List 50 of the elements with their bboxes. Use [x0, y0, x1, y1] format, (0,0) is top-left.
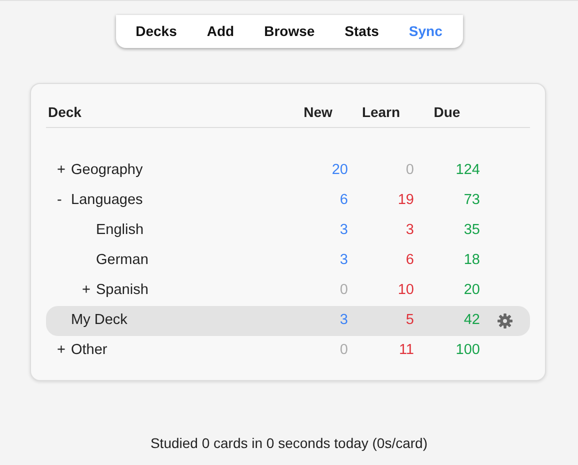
learn-count: 19	[398, 192, 414, 208]
expand-toggle[interactable]: -	[57, 190, 71, 212]
deck-row[interactable]: + Spanish 0 10 20	[46, 276, 530, 306]
settings-icon[interactable]	[497, 313, 513, 329]
new-count: 3	[340, 252, 348, 268]
deck-name[interactable]: Geography	[71, 162, 143, 178]
expand-toggle[interactable]: +	[57, 340, 71, 362]
deck-name[interactable]: Other	[71, 342, 108, 358]
deck-name[interactable]: Languages	[71, 192, 143, 208]
deck-row[interactable]: - Languages 6 19 73	[46, 186, 530, 216]
column-header: Due	[434, 104, 460, 120]
learn-count: 0	[406, 162, 414, 178]
column-header: Learn	[362, 104, 400, 120]
toolbar-tab[interactable]: Decks	[124, 21, 188, 42]
column-header: New	[304, 104, 332, 120]
toolbar-tab[interactable]: Sync	[398, 21, 454, 42]
learn-count: 5	[406, 312, 414, 328]
deck-name[interactable]: Spanish	[96, 282, 148, 298]
due-count: 35	[464, 222, 480, 238]
deck-name[interactable]: My Deck	[71, 312, 128, 328]
deck-row[interactable]: English 3 3 35	[46, 216, 530, 246]
due-count: 18	[464, 252, 480, 268]
learn-count: 11	[398, 342, 414, 358]
column-header: Deck	[48, 104, 82, 120]
new-count: 3	[340, 222, 348, 238]
deck-row[interactable]: + Geography 20 0 124	[46, 156, 530, 186]
learn-count: 3	[406, 222, 414, 238]
due-count: 20	[464, 282, 480, 298]
toolbar-tab[interactable]: Stats	[334, 21, 390, 42]
expand-toggle[interactable]: +	[82, 280, 96, 302]
toolbar-tab[interactable]: Add	[196, 21, 246, 42]
deck-name[interactable]: English	[96, 222, 144, 238]
due-count: 124	[456, 162, 480, 178]
learn-count: 6	[406, 252, 414, 268]
deck-row[interactable]: + Other 0 11 100	[46, 336, 530, 366]
deck-name[interactable]: German	[96, 252, 148, 268]
deck-row[interactable]: My Deck 3 5 42	[46, 306, 530, 336]
new-count: 0	[340, 282, 348, 298]
new-count: 0	[340, 342, 348, 358]
new-count: 6	[340, 192, 348, 208]
new-count: 20	[332, 162, 348, 178]
toolbar-tab[interactable]: Browse	[253, 21, 326, 42]
deck-row[interactable]: German 3 6 18	[46, 246, 530, 276]
due-count: 42	[464, 312, 480, 328]
new-count: 3	[340, 312, 348, 328]
study-summary: Studied 0 cards in 0 seconds today (0s/card)	[149, 434, 429, 453]
due-count: 73	[464, 192, 480, 208]
expand-toggle[interactable]: +	[57, 160, 71, 182]
learn-count: 10	[398, 282, 414, 298]
due-count: 100	[456, 342, 480, 358]
